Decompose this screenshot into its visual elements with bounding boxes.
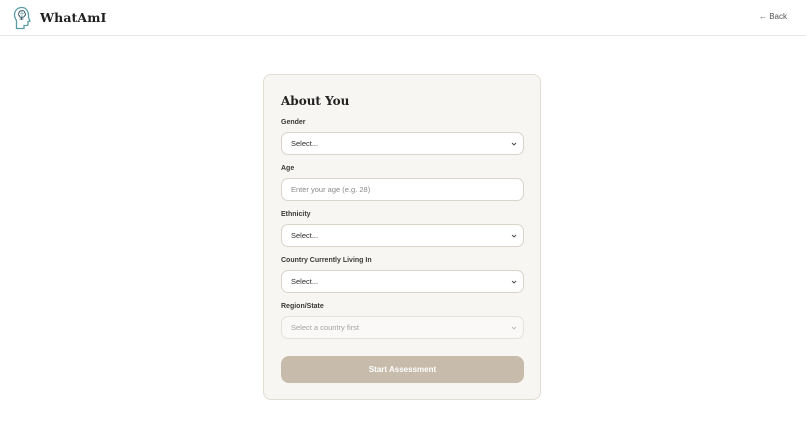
chevron-down-icon	[511, 142, 517, 146]
region-select-value: Select a country first	[291, 323, 359, 332]
country-select-value: Select...	[291, 277, 319, 286]
app-title: WhatAmI	[40, 10, 107, 25]
back-link[interactable]: ← Back	[759, 12, 787, 21]
ethnicity-select-value: Select...	[291, 231, 319, 240]
about-you-card: About You Gender Select... Age Enter you…	[263, 74, 541, 400]
chevron-down-icon	[511, 280, 517, 284]
country-select[interactable]: Select...	[281, 270, 524, 293]
card-title: About You	[281, 94, 350, 108]
age-label: Age	[281, 165, 295, 172]
start-assessment-button[interactable]: Start Assessment	[281, 356, 524, 383]
age-input[interactable]: Enter your age (e.g. 28)	[281, 178, 524, 201]
ethnicity-label: Ethnicity	[281, 211, 311, 218]
head-brain-icon[interactable]	[13, 6, 32, 30]
gender-select[interactable]: Select...	[281, 132, 524, 155]
region-select[interactable]: Select a country first	[281, 316, 524, 339]
gender-select-value: Select...	[291, 139, 319, 148]
age-input-placeholder: Enter your age (e.g. 28)	[291, 185, 371, 194]
country-label: Country Currently Living In	[281, 257, 372, 264]
top-header: WhatAmI ← Back	[0, 0, 806, 36]
region-label: Region/State	[281, 303, 324, 310]
gender-label: Gender	[281, 119, 306, 126]
chevron-down-icon	[511, 234, 517, 238]
chevron-down-icon	[511, 326, 517, 330]
ethnicity-select[interactable]: Select...	[281, 224, 524, 247]
